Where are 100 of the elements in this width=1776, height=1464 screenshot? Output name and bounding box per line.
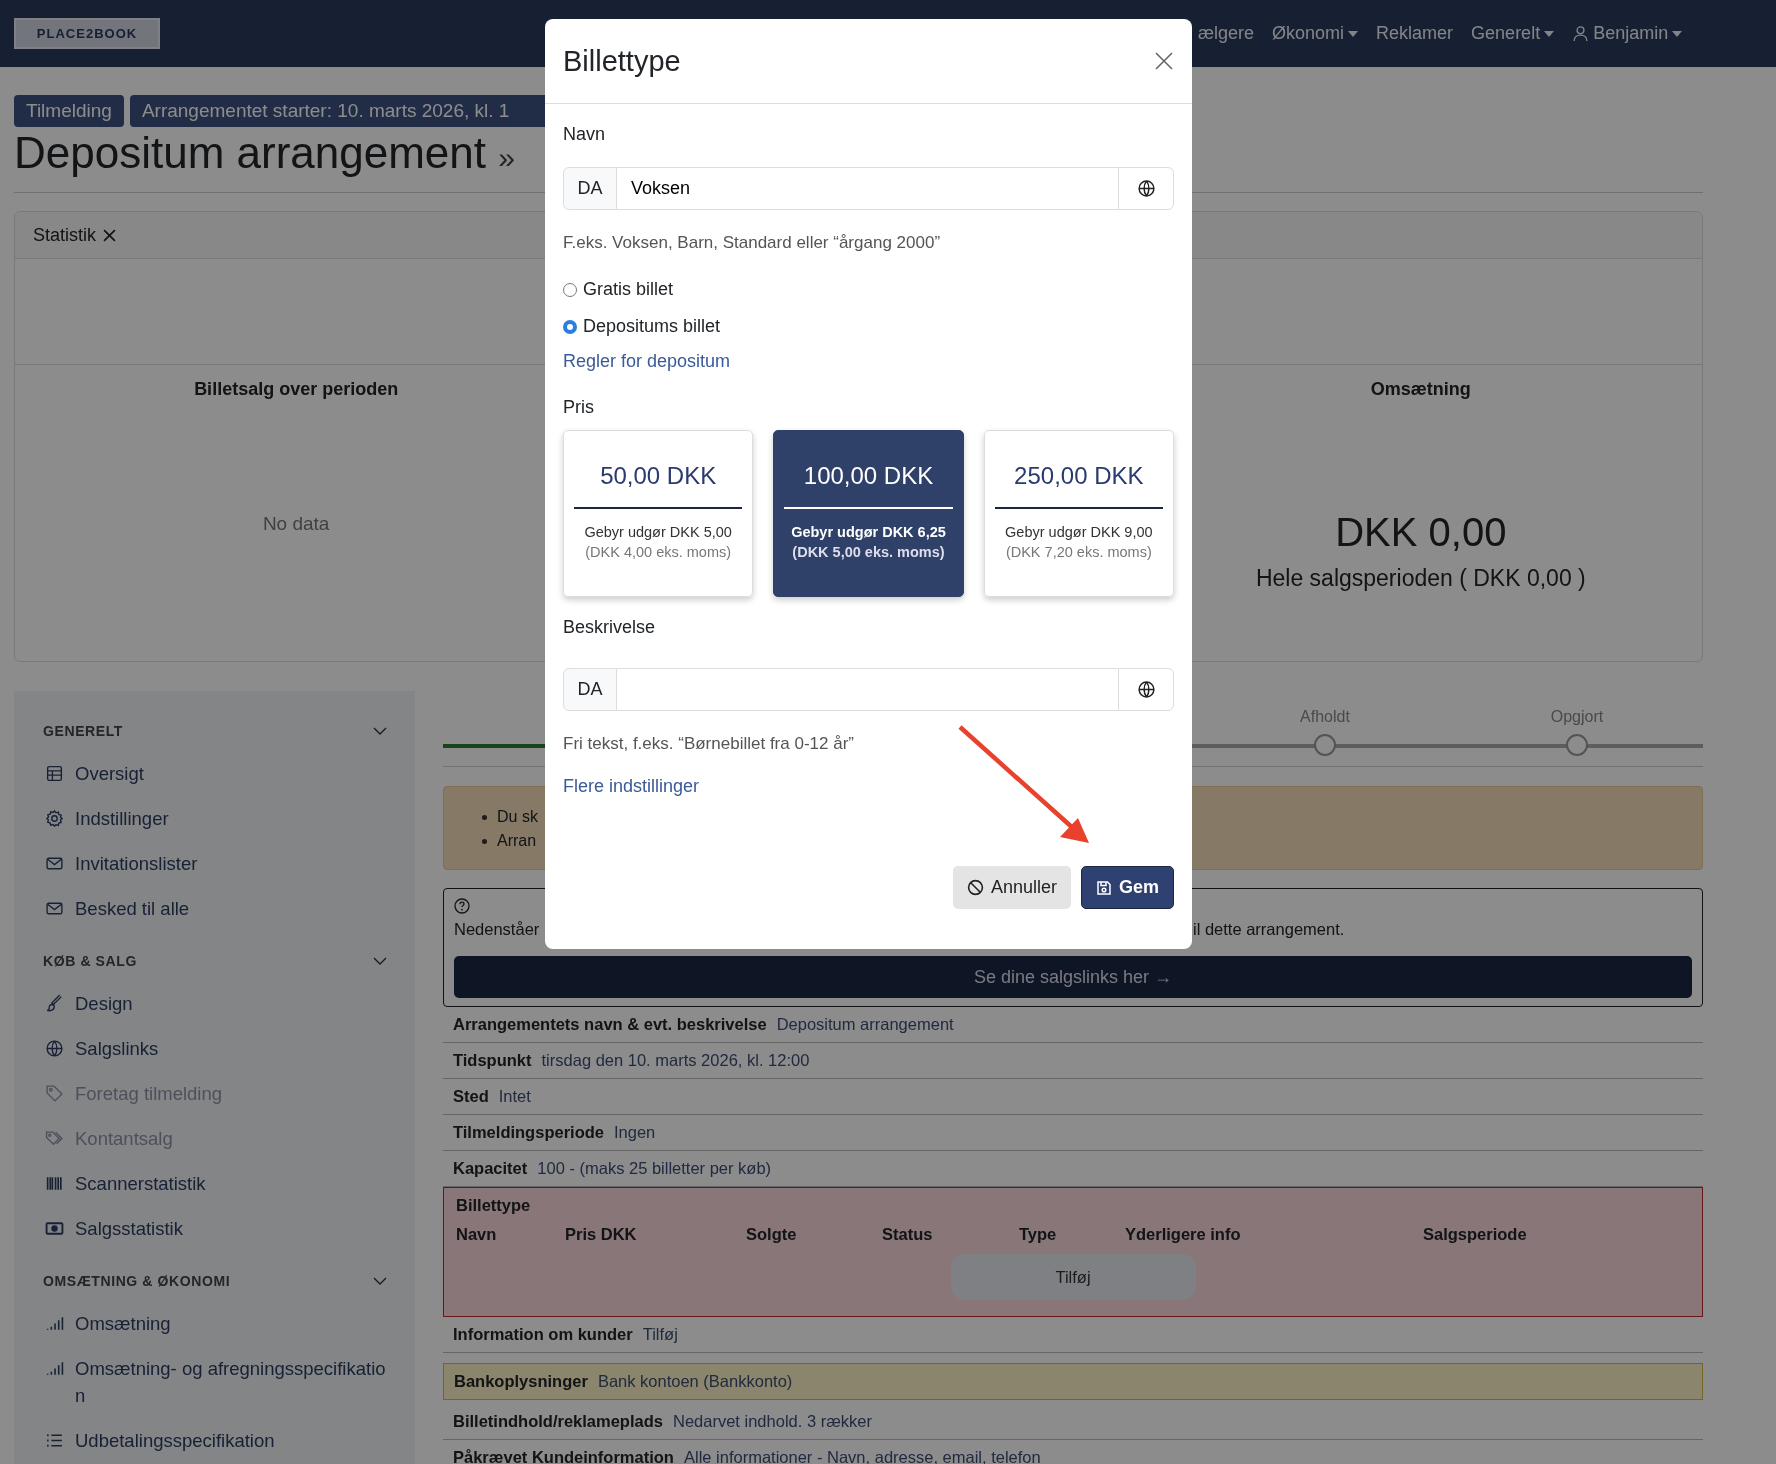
fee-text: Gebyr udgør DKK 5,00 (583, 524, 733, 540)
column-header: Type (1019, 1225, 1058, 1244)
sidebar-item[interactable]: Udbetalingsspecifikation (75, 1427, 275, 1454)
close-icon[interactable] (103, 228, 117, 242)
price-card[interactable]: 250,00 DKK Gebyr udgør DKK 9,00 (DKK 7,20 eks. moms) (983, 430, 1174, 597)
fee-text: Gebyr udgør DKK 9,00 (1004, 524, 1154, 540)
gear-icon (45, 809, 64, 828)
tag-icon (45, 1084, 64, 1103)
column-header: Solgte (746, 1225, 798, 1244)
radio-button[interactable] (563, 319, 577, 334)
logo[interactable]: PLACE2BOOK (14, 18, 160, 49)
status-badge: Tilmelding (14, 95, 124, 127)
chevron-icon[interactable] (373, 957, 387, 965)
cash-icon (45, 1219, 64, 1238)
help-icon (454, 898, 470, 914)
detail-label: Tilmeldingsperiode (453, 1123, 604, 1142)
price-card[interactable]: 50,00 DKK Gebyr udgør DKK 5,00 (DKK 4,00 eks. moms) (563, 430, 754, 597)
sidebar-item[interactable]: Omsætning- og afregningsspecifikation (75, 1355, 387, 1409)
language-addon: DA (563, 668, 617, 711)
detail-label: Billetindhold/reklameplads (453, 1412, 663, 1431)
price-amount: 100,00 DKK (802, 462, 935, 490)
globe-icon (1136, 179, 1156, 198)
user-icon (1572, 25, 1590, 42)
globe-button[interactable] (1118, 167, 1174, 210)
detail-value: Nedarvet indhold. 3 rækker (672, 1412, 872, 1431)
detail-label: Sted (453, 1087, 489, 1106)
more-settings-link[interactable]: Flere indstillinger (563, 776, 1174, 797)
globe-icon (1136, 680, 1156, 699)
column-header: Navn (456, 1225, 498, 1244)
detail-value: tirsdag den 10. marts 2026, kl. 12:00 (541, 1051, 810, 1070)
price-amount: 50,00 DKK (599, 462, 718, 490)
info-text: il dette arrangement. (1193, 920, 1345, 939)
warning-text: Arran (497, 831, 537, 851)
sidebar-item[interactable]: Besked til alle (75, 895, 190, 922)
revenue-subtitle: Hele salgsperioden ( DKK 0,00 ) (1254, 565, 1587, 592)
detail-label: Billettype (456, 1196, 532, 1215)
nav-link[interactable]: Reklamer (1376, 23, 1454, 44)
panel-title: Billetsalg over perioden (193, 379, 400, 400)
globe-button[interactable] (1118, 668, 1174, 711)
chevron-icon[interactable] (373, 727, 387, 735)
sidebar-item[interactable]: Salgsstatistik (75, 1215, 183, 1242)
language-addon: DA (563, 167, 617, 210)
description-field[interactable] (617, 668, 1118, 711)
statistics-tab[interactable]: Statistik (33, 224, 117, 246)
step-label: Afholdt (1300, 708, 1350, 727)
nav-link[interactable]: Generelt (1471, 23, 1555, 44)
sidebar-item[interactable]: Indstillinger (75, 805, 169, 832)
name-field[interactable]: Voksen (617, 167, 1118, 210)
rules-link[interactable]: Regler for depositum (563, 351, 1174, 372)
detail-label: Arrangementets navn & evt. beskrivelse (453, 1015, 767, 1034)
detail-value: Intet (498, 1087, 531, 1106)
sidebar-item[interactable]: Design (75, 990, 133, 1017)
ban-icon (966, 879, 984, 896)
fee-excl-text: (DKK 5,00 eks. moms) (791, 544, 946, 560)
cancel-button[interactable]: Annuller (952, 866, 1071, 909)
empty-message: No data (261, 513, 331, 535)
column-header: Yderligere info (1125, 1225, 1242, 1244)
section-heading: GENERELT (43, 723, 123, 739)
sidebar-item[interactable]: Omsætning (75, 1310, 171, 1337)
breadcrumb-separator: » (498, 141, 515, 174)
bullet-icon (482, 814, 487, 820)
barcode-icon (45, 1174, 64, 1193)
radio-label[interactable]: Depositums billet (583, 316, 721, 337)
price-amount: 250,00 DKK (1013, 462, 1145, 490)
step-label: Opgjort (1550, 708, 1604, 727)
column-header: Salgsperiode (1423, 1225, 1528, 1244)
caret-icon (1348, 30, 1359, 37)
nav-link[interactable]: ælgere (1198, 23, 1255, 44)
save-button[interactable]: Gem (1080, 866, 1174, 909)
detail-value: Depositum arrangement (776, 1015, 954, 1034)
close-icon[interactable] (1154, 51, 1174, 71)
globe-icon (45, 1039, 64, 1058)
section-heading: KØB & SALG (43, 953, 137, 969)
sidebar-item[interactable]: Oversigt (75, 760, 144, 787)
caret-icon (1672, 30, 1683, 37)
column-header: Pris DKK (565, 1225, 638, 1244)
sidebar-item[interactable]: Scannerstatistik (75, 1170, 206, 1197)
detail-label: Påkrævet Kundeinformation (453, 1448, 674, 1464)
caret-icon (1544, 30, 1555, 37)
bar-chart-icon (45, 1314, 64, 1333)
detail-value: Tilføj (642, 1325, 678, 1344)
nav-link[interactable]: Økonomi (1272, 23, 1359, 44)
add-button[interactable]: Tilføj (950, 1254, 1196, 1300)
save-icon (1095, 879, 1112, 896)
field-label: Beskrivelse (563, 617, 657, 638)
price-card[interactable]: 100,00 DKK Gebyr udgør DKK 6,25 (DKK 5,00 eks. moms) (773, 430, 964, 597)
detail-label: Information om kunder (453, 1325, 633, 1344)
page-title: Depositum arrangement (14, 128, 486, 177)
bar-chart-icon (45, 1359, 64, 1378)
sidebar-item[interactable]: Invitationslister (75, 850, 198, 877)
sales-links-button[interactable]: Se dine salgslinks her → (454, 956, 1692, 998)
table-icon (45, 764, 64, 783)
fee-excl-text: (DKK 7,20 eks. moms) (1004, 544, 1153, 560)
modal-title: Billettype (563, 44, 681, 78)
info-text: Nedenståer (454, 920, 541, 939)
radio-label[interactable]: Gratis billet (583, 279, 674, 300)
sidebar-item[interactable]: Salgslinks (75, 1035, 159, 1062)
fee-excl-text: (DKK 4,00 eks. moms) (584, 544, 733, 560)
nav-link[interactable]: Benjamin (1572, 23, 1683, 44)
chevron-icon[interactable] (373, 1277, 387, 1285)
